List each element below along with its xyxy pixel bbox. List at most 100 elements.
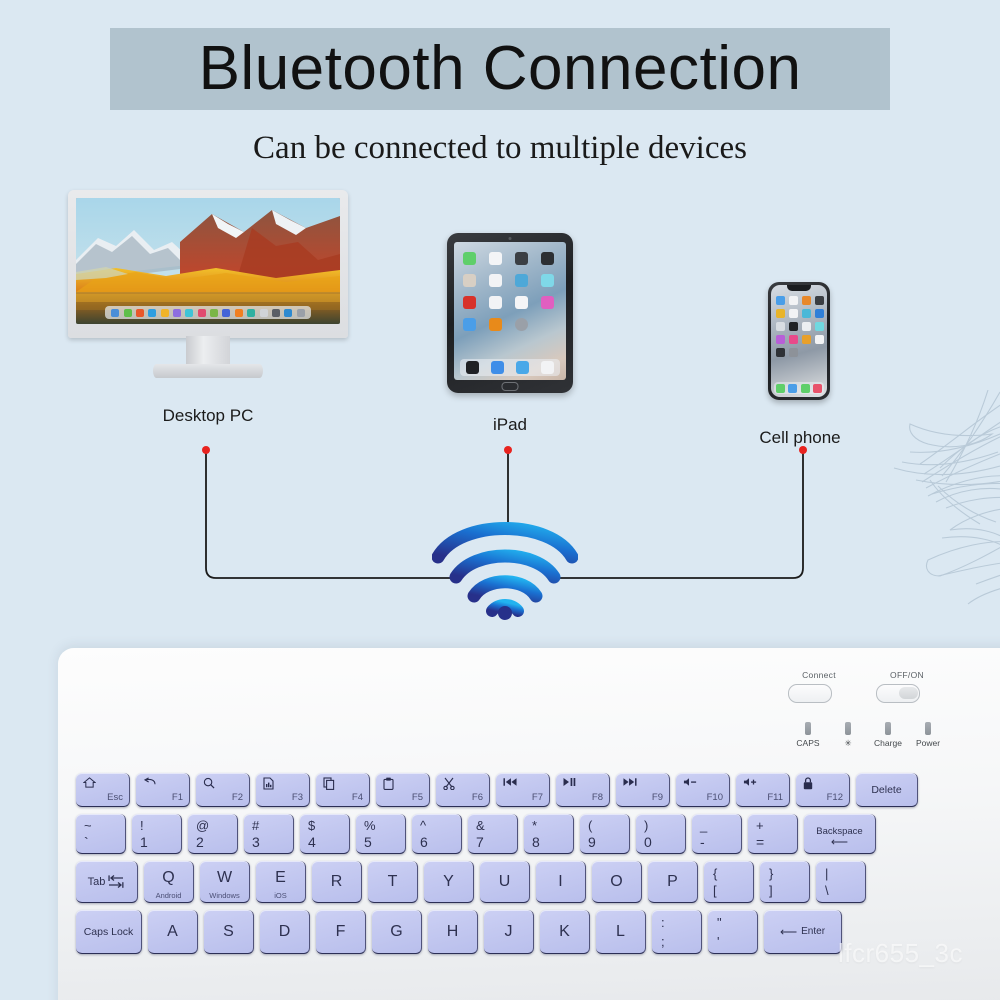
digit-4-key[interactable]: $4: [300, 814, 350, 854]
backtick-key[interactable]: ~ `: [76, 814, 126, 854]
f5-key[interactable]: F5: [376, 773, 430, 807]
node-cell-phone: [799, 446, 807, 454]
bracket-left-key[interactable]: {[: [704, 861, 754, 903]
digit-1-key[interactable]: ! 1: [132, 814, 182, 854]
digit-0-key[interactable]: ) 0: [636, 814, 686, 854]
digit-9-key[interactable]: (9: [580, 814, 630, 854]
o-key[interactable]: O: [592, 861, 642, 903]
backslash-key[interactable]: | \: [816, 861, 866, 903]
ipad-home-button[interactable]: [501, 382, 519, 391]
imac-stand-foot: [153, 364, 263, 378]
backspace-key[interactable]: Backspace ⟵: [804, 814, 876, 854]
macos-dock[interactable]: [105, 306, 311, 319]
f12-key[interactable]: F12: [796, 773, 850, 807]
t-key[interactable]: T: [368, 861, 418, 903]
ipad-app-grid[interactable]: [463, 252, 557, 331]
f10-key[interactable]: F10: [676, 773, 730, 807]
k-key[interactable]: K: [540, 910, 590, 954]
key-upper-label: _: [700, 818, 708, 833]
f3-glyph-icon: [263, 777, 274, 793]
f1-key[interactable]: F1: [136, 773, 190, 807]
key-os-sublabel: iOS: [274, 890, 287, 900]
digit-5-key[interactable]: % 5: [356, 814, 406, 854]
key-fn-label: F4: [351, 792, 363, 803]
f9-key[interactable]: F9: [616, 773, 670, 807]
digit-7-key[interactable]: & 7: [468, 814, 518, 854]
key-lower-label: 8: [532, 834, 540, 850]
tab-key[interactable]: Tab: [76, 861, 138, 903]
digit-8-key[interactable]: * 8: [524, 814, 574, 854]
y-key[interactable]: Y: [424, 861, 474, 903]
iphone-app-grid[interactable]: [776, 296, 824, 357]
a-key[interactable]: A: [148, 910, 198, 954]
key-label: Caps Lock: [83, 925, 134, 938]
digit-2-key[interactable]: @2: [188, 814, 238, 854]
esc-key[interactable]: Esc: [76, 773, 130, 807]
poster-canvas: Bluetooth Connection Can be connected to…: [0, 0, 1000, 1000]
home-key-row: Caps Lock A S D F G H J K L:; " ' ⟵ Enter: [76, 910, 1000, 954]
key-fn-label: F9: [651, 792, 663, 803]
f3-key[interactable]: F3: [256, 773, 310, 807]
l-key[interactable]: L: [596, 910, 646, 954]
f8-key[interactable]: F8: [556, 773, 610, 807]
key-fn-label: F5: [411, 792, 423, 803]
key-upper-label: @: [196, 818, 210, 833]
key-lower-label: ': [717, 934, 720, 949]
key-letter-label: W: [216, 868, 233, 886]
connect-label: Connect: [802, 670, 836, 680]
connect-button[interactable]: [788, 684, 832, 703]
ipad-dock[interactable]: [460, 359, 560, 376]
f7-key[interactable]: F7: [496, 773, 550, 807]
r-key[interactable]: R: [312, 861, 362, 903]
device-desktop-pc: Desktop PC: [68, 190, 348, 425]
iphone-dock[interactable]: [774, 382, 824, 394]
w-key[interactable]: W Windows: [200, 861, 250, 903]
f11-key[interactable]: F11: [736, 773, 790, 807]
key-letter-label: Q: [162, 868, 175, 886]
minus-key[interactable]: _ -: [692, 814, 742, 854]
key-letter-label: D: [278, 922, 291, 940]
title-banner: Bluetooth Connection: [110, 28, 890, 110]
bracket-right-key[interactable]: }]: [760, 861, 810, 903]
f-key[interactable]: F: [316, 910, 366, 954]
key-fn-label: F1: [171, 792, 183, 803]
key-fn-label: F3: [291, 792, 303, 803]
power-toggle-switch[interactable]: [876, 684, 920, 703]
q-key[interactable]: Q Android: [144, 861, 194, 903]
number-key-row: ~ `! 1 @2 #3 $4% 5 ^ 6 & 7 * 8(9) 0 _ - + = Backspace ⟵: [76, 814, 1000, 854]
key-upper-label: |: [825, 866, 829, 881]
power-control: OFF/ON: [876, 670, 938, 703]
indicator-charge: Charge: [870, 722, 906, 749]
h-key[interactable]: H: [428, 910, 478, 954]
enter-key[interactable]: ⟵ Enter: [764, 910, 842, 954]
digit-3-key[interactable]: #3: [244, 814, 294, 854]
f2-key[interactable]: F2: [196, 773, 250, 807]
f6-key[interactable]: F6: [436, 773, 490, 807]
i-key[interactable]: I: [536, 861, 586, 903]
key-letter-label: H: [446, 922, 459, 940]
f4-key[interactable]: F4: [316, 773, 370, 807]
key-fn-label: F2: [231, 792, 243, 803]
caps-lock-key[interactable]: Caps Lock: [76, 910, 142, 954]
p-key[interactable]: P: [648, 861, 698, 903]
ipad-screen: [454, 242, 566, 380]
imac-screen: [76, 198, 340, 324]
d-key[interactable]: D: [260, 910, 310, 954]
imac-stand-neck: [186, 336, 230, 366]
s-key[interactable]: S: [204, 910, 254, 954]
keyboard-control-panel: Connect OFF/ON CAPS ✳ Charge Power: [788, 670, 948, 760]
delete-key[interactable]: Delete: [856, 773, 918, 807]
quote-key[interactable]: " ': [708, 910, 758, 954]
g-key[interactable]: G: [372, 910, 422, 954]
semicolon-key[interactable]: :;: [652, 910, 702, 954]
digit-6-key[interactable]: ^ 6: [412, 814, 462, 854]
e-key[interactable]: EiOS: [256, 861, 306, 903]
indicator-leds: CAPS ✳ Charge Power: [788, 722, 948, 749]
j-key[interactable]: J: [484, 910, 534, 954]
backspace-arrow-icon: ⟵: [830, 835, 849, 849]
equals-key[interactable]: + =: [748, 814, 798, 854]
u-key[interactable]: U: [480, 861, 530, 903]
key-letter-label: G: [390, 922, 403, 940]
key-upper-label: #: [252, 818, 260, 833]
page-subtitle: Can be connected to multiple devices: [253, 130, 747, 166]
